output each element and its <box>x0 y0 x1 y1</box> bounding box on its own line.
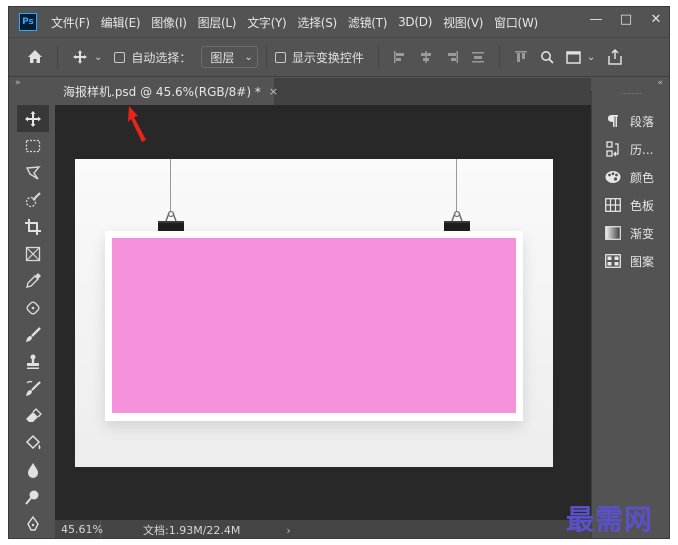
home-icon[interactable] <box>27 49 43 65</box>
panel-paragraph-label: 段落 <box>630 114 655 129</box>
menu-file[interactable]: 文件(F) <box>51 14 90 31</box>
tools-panel <box>17 105 49 535</box>
auto-select-label: 自动选择： <box>131 50 192 65</box>
eraser-tool-icon[interactable] <box>17 402 49 429</box>
align-top-icon[interactable] <box>514 50 528 64</box>
crop-tool-icon[interactable] <box>17 213 49 240</box>
app-logo: Ps <box>19 13 37 31</box>
panel-gradient-label: 渐变 <box>630 226 655 241</box>
close-icon[interactable]: × <box>269 85 278 98</box>
lasso-tool-icon[interactable] <box>17 159 49 186</box>
window-controls: — □ ✕ <box>581 7 669 33</box>
stamp-tool-icon[interactable] <box>17 348 49 375</box>
panel-swatches[interactable]: 色板 <box>592 191 669 219</box>
document-tab-title: 海报样机.psd @ 45.6%(RGB/8#) * <box>63 85 261 99</box>
healing-brush-tool-icon[interactable] <box>17 294 49 321</box>
dodge-tool-icon[interactable] <box>17 483 49 510</box>
document-canvas[interactable] <box>75 159 553 467</box>
annotation-arrow-icon <box>128 106 146 142</box>
separator <box>57 45 58 69</box>
collapse-panels-icon[interactable]: « <box>657 78 663 88</box>
search-icon[interactable] <box>540 50 554 64</box>
document-tab-bar: 海报样机.psd @ 45.6%(RGB/8#) * × <box>55 78 591 105</box>
panel-color-label: 颜色 <box>630 170 655 185</box>
menu-select[interactable]: 选择(S) <box>297 14 337 31</box>
swatches-icon <box>604 198 622 212</box>
panel-patterns[interactable]: 图案 <box>592 247 669 275</box>
history-icon <box>604 141 622 157</box>
workspace-icon[interactable] <box>566 50 581 64</box>
eyedropper-tool-icon[interactable] <box>17 267 49 294</box>
gradient-icon <box>604 226 622 240</box>
blur-tool-icon[interactable] <box>17 456 49 483</box>
chevron-down-icon: ⌄ <box>244 51 253 63</box>
frame-tool-icon[interactable] <box>17 240 49 267</box>
document-info: 文档:1.93M/22.4M <box>143 524 241 537</box>
layer-dropdown-value: 图层 <box>210 50 235 65</box>
panel-grip[interactable] <box>622 93 641 101</box>
menu-3d[interactable]: 3D(D) <box>398 15 432 29</box>
menu-view[interactable]: 视图(V) <box>443 14 483 31</box>
history-brush-tool-icon[interactable] <box>17 375 49 402</box>
move-tool-icon[interactable] <box>17 105 49 132</box>
panel-history[interactable]: 历... <box>592 135 669 163</box>
panel-color[interactable]: 颜色 <box>592 163 669 191</box>
show-transform-checkbox[interactable] <box>274 51 286 63</box>
panel-paragraph[interactable]: 段落 <box>592 107 669 135</box>
photoshop-window: Ps 文件(F) 编辑(E) 图像(I) 图层(L) 文字(Y) 选择(S) 滤… <box>8 6 670 539</box>
align-left-icon[interactable] <box>393 50 407 64</box>
separator <box>265 45 267 69</box>
poster-placeholder <box>112 238 516 413</box>
panel-gradient[interactable]: 渐变 <box>592 219 669 247</box>
restore-button[interactable]: □ <box>611 7 641 31</box>
binder-clip-left <box>157 210 185 233</box>
watermark-text: 最需网 <box>566 503 654 536</box>
collapse-toolbar-icon[interactable]: » <box>9 78 55 88</box>
auto-select-checkbox[interactable] <box>114 51 126 63</box>
show-transform-label: 显示变换控件 <box>291 50 364 65</box>
align-center-icon[interactable] <box>419 50 433 64</box>
options-bar: ⌄ 自动选择： 图层 ⌄ 显示变换控件 ⌄ <box>9 37 669 77</box>
share-icon[interactable] <box>607 49 623 65</box>
hanging-wire <box>456 159 457 211</box>
minimize-button[interactable]: — <box>581 7 611 31</box>
separator <box>498 45 500 69</box>
poster-frame <box>105 231 523 421</box>
chevron-right-icon[interactable]: › <box>286 524 290 537</box>
menu-layer[interactable]: 图层(L) <box>198 14 237 31</box>
separator <box>377 45 379 69</box>
paragraph-icon <box>604 114 622 128</box>
close-button[interactable]: ✕ <box>641 7 669 31</box>
binder-clip-right <box>443 210 471 233</box>
menu-bar: Ps 文件(F) 编辑(E) 图像(I) 图层(L) 文字(Y) 选择(S) 滤… <box>9 7 669 37</box>
marquee-tool-icon[interactable] <box>17 132 49 159</box>
distribute-icon[interactable] <box>471 50 485 64</box>
paint-bucket-tool-icon[interactable] <box>17 429 49 456</box>
move-preset-icon[interactable] <box>72 49 88 65</box>
layer-dropdown[interactable]: 图层 ⌄ <box>201 46 258 68</box>
menu-window[interactable]: 窗口(W) <box>494 14 538 31</box>
zoom-level[interactable]: 45.61% <box>55 520 103 538</box>
chevron-down-icon[interactable]: ⌄ <box>587 52 595 63</box>
panel-history-label: 历... <box>630 142 654 157</box>
chevron-down-icon[interactable]: ⌄ <box>94 52 102 63</box>
align-right-icon[interactable] <box>445 50 459 64</box>
menu-image[interactable]: 图像(I) <box>151 14 187 31</box>
hanging-wire <box>170 159 171 211</box>
panel-dock: 段落 历... 颜色 色板 渐变 图案 <box>591 91 669 538</box>
patterns-icon <box>604 254 622 268</box>
brush-tool-icon[interactable] <box>17 321 49 348</box>
document-tab[interactable]: 海报样机.psd @ 45.6%(RGB/8#) * × <box>55 78 278 105</box>
quick-select-tool-icon[interactable] <box>17 186 49 213</box>
status-bar: 45.61% 文档:1.93M/22.4M › <box>55 520 591 538</box>
menu-filter[interactable]: 滤镜(T) <box>348 14 388 31</box>
panel-swatches-label: 色板 <box>630 198 655 213</box>
canvas-area[interactable] <box>55 105 591 525</box>
panel-patterns-label: 图案 <box>630 254 655 269</box>
color-icon <box>604 170 622 184</box>
pen-tool-icon[interactable] <box>17 510 49 537</box>
menu-type[interactable]: 文字(Y) <box>247 14 287 31</box>
menu-edit[interactable]: 编辑(E) <box>101 14 141 31</box>
